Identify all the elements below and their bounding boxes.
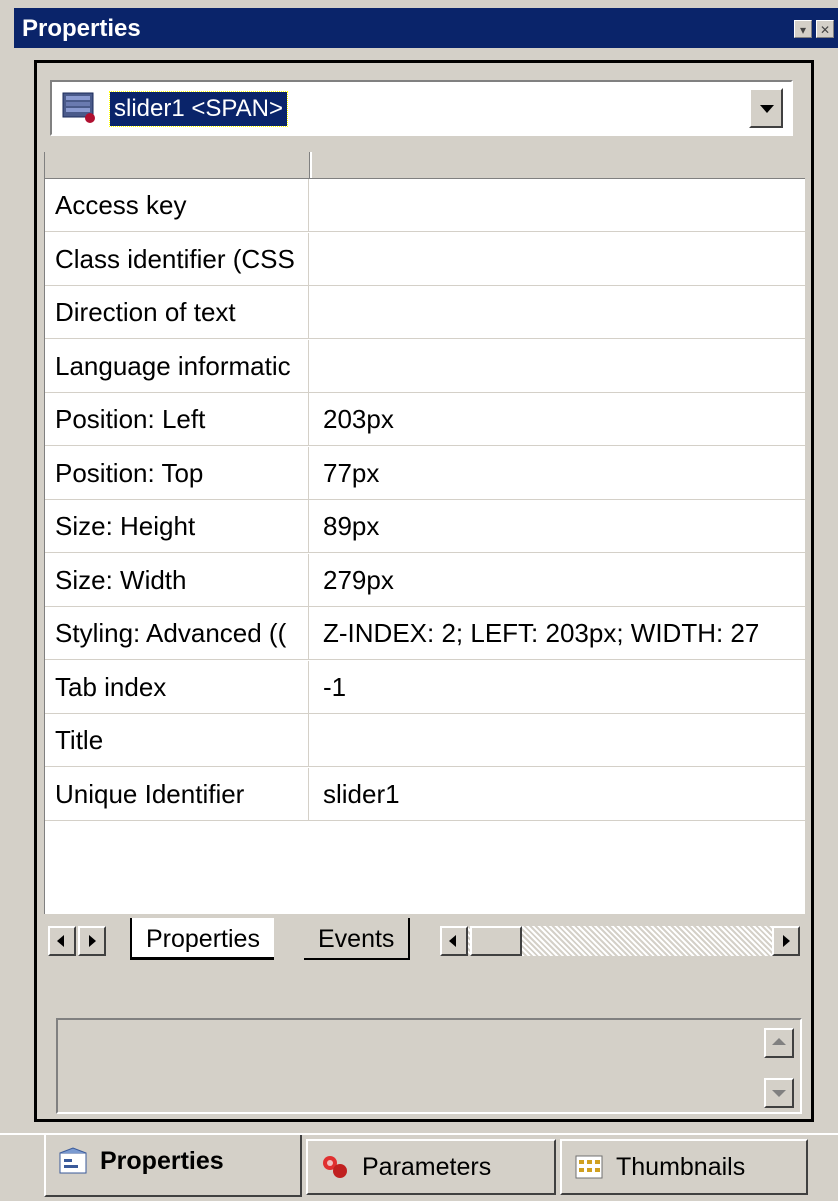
- property-value[interactable]: slider1: [311, 768, 805, 820]
- scroll-down-button[interactable]: [764, 1078, 794, 1108]
- horizontal-scrollbar[interactable]: [440, 926, 800, 956]
- tab-parameters-panel[interactable]: Parameters: [306, 1139, 556, 1195]
- property-name: Class identifier (CSS: [45, 232, 309, 285]
- property-row[interactable]: Size: Width 279px: [45, 553, 805, 607]
- property-row[interactable]: Styling: Advanced ((Z-INDEX: 2; LEFT: 20…: [45, 607, 805, 660]
- property-row[interactable]: Title: [45, 714, 805, 767]
- tab-events[interactable]: Events: [304, 918, 411, 960]
- property-row[interactable]: Class identifier (CSS: [45, 232, 805, 286]
- grid-header: [45, 152, 805, 179]
- property-value[interactable]: 279px: [311, 554, 805, 606]
- tab-properties-panel[interactable]: Properties: [44, 1135, 302, 1197]
- tab-properties[interactable]: Properties: [130, 918, 274, 960]
- property-value[interactable]: [311, 286, 805, 338]
- horizontal-scroll-thumb[interactable]: [470, 926, 522, 956]
- scroll-up-button[interactable]: [764, 1028, 794, 1058]
- property-value[interactable]: [311, 179, 805, 231]
- property-name: Language informatic: [45, 339, 309, 392]
- properties-icon: [59, 1147, 87, 1174]
- menu-dropdown-button[interactable]: ▾: [794, 20, 812, 38]
- grid-tab-strip: Properties Events: [44, 914, 804, 966]
- tab-thumbnails-label: Thumbnails: [616, 1153, 746, 1181]
- property-value[interactable]: [311, 714, 805, 766]
- property-name: Tab index: [45, 660, 309, 713]
- property-value[interactable]: -1: [311, 661, 805, 713]
- property-row[interactable]: Language informatic: [45, 339, 805, 393]
- tab-properties-label: Properties: [100, 1147, 224, 1175]
- selector-dropdown-button[interactable]: [749, 88, 783, 128]
- property-name: Styling: Advanced ((: [45, 607, 309, 659]
- property-name: Size: Height: [45, 500, 309, 552]
- tab-thumbnails-panel[interactable]: Thumbnails: [560, 1139, 808, 1195]
- property-row[interactable]: Direction of text: [45, 286, 805, 339]
- tab-scroll-left-button[interactable]: [48, 926, 76, 956]
- selected-object-label: slider1 <SPAN>: [109, 91, 288, 127]
- property-name: Unique Identifier: [45, 767, 309, 820]
- property-row[interactable]: Access key: [45, 179, 805, 232]
- close-button[interactable]: ✕: [816, 20, 834, 38]
- description-area: [56, 1018, 802, 1114]
- property-row[interactable]: Size: Height 89px: [45, 500, 805, 553]
- object-selector[interactable]: slider1 <SPAN>: [50, 80, 793, 136]
- scroll-left-button[interactable]: [440, 926, 468, 956]
- thumbnails-icon: [575, 1155, 603, 1179]
- span-object-icon: [62, 92, 95, 123]
- property-name: Access key: [45, 179, 309, 231]
- property-value[interactable]: 203px: [311, 393, 805, 445]
- property-row[interactable]: Unique Identifier slider1: [45, 767, 805, 821]
- property-value[interactable]: [311, 340, 805, 392]
- property-value[interactable]: Z-INDEX: 2; LEFT: 203px; WIDTH: 27: [311, 607, 805, 659]
- bottom-tab-bar: Properties Parameters Thumbnails: [0, 1133, 838, 1201]
- property-value[interactable]: [311, 233, 805, 285]
- panel-title-bar: Properties ▾ ✕: [14, 8, 838, 48]
- property-grid: Access key Class identifier (CSS Direction…: [44, 152, 805, 914]
- property-row[interactable]: Position: Top 77px: [45, 446, 805, 500]
- property-name: Position: Left: [45, 393, 309, 445]
- scroll-right-button[interactable]: [772, 926, 800, 956]
- tab-scroll-right-button[interactable]: [78, 926, 106, 956]
- property-name: Position: Top: [45, 446, 309, 499]
- property-name: Title: [45, 714, 309, 766]
- column-resizer[interactable]: [309, 152, 312, 178]
- property-row[interactable]: Position: Left 203px: [45, 393, 805, 446]
- property-value[interactable]: 89px: [311, 500, 805, 552]
- property-name: Direction of text: [45, 286, 309, 338]
- property-value[interactable]: 77px: [311, 447, 805, 499]
- panel-title: Properties: [22, 15, 141, 42]
- parameters-icon: [323, 1156, 347, 1178]
- tab-parameters-label: Parameters: [362, 1153, 492, 1181]
- property-name: Size: Width: [45, 553, 309, 606]
- property-row[interactable]: Tab index -1: [45, 660, 805, 714]
